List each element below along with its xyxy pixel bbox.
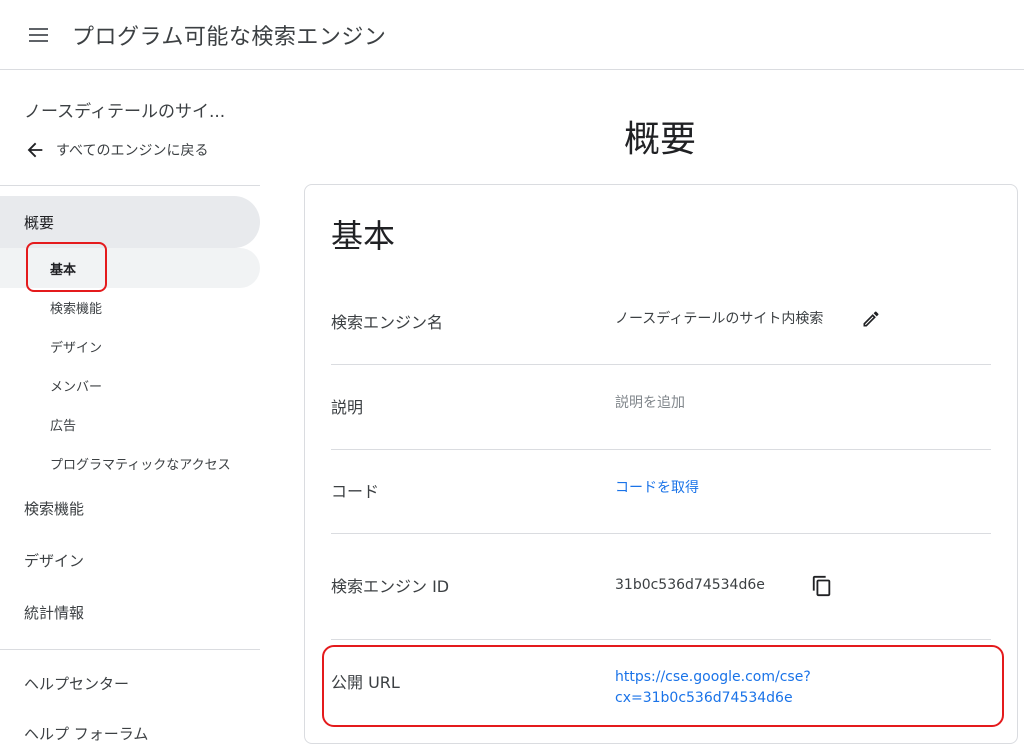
sidebar: ノースディテールのサイ... すべてのエンジンに戻る 概要 基本 検索機能 デザ… xyxy=(0,71,260,743)
sidebar-item-overview[interactable]: 概要 xyxy=(0,196,260,248)
engine-id-value: 31b0c536d74534d6e xyxy=(615,577,765,593)
code-label: コード xyxy=(331,482,380,501)
highlight-box-basic xyxy=(26,242,107,292)
sidebar-divider xyxy=(0,649,260,650)
description-label: 説明 xyxy=(331,398,364,417)
engine-name-label: 検索エンジン名 xyxy=(331,313,444,332)
row-divider xyxy=(331,639,991,640)
get-code-link[interactable]: コードを取得 xyxy=(615,477,699,497)
top-app-bar: プログラム可能な検索エンジン xyxy=(0,0,1024,70)
sidebar-subitem-design[interactable]: デザイン xyxy=(50,337,102,356)
sidebar-item-help-forum[interactable]: ヘルプ フォーラム xyxy=(24,723,148,744)
sidebar-item-statistics[interactable]: 統計情報 xyxy=(24,602,84,623)
highlight-box-public-url xyxy=(322,645,1004,727)
pencil-icon[interactable] xyxy=(861,309,881,329)
sidebar-item-label: 概要 xyxy=(24,213,55,232)
sidebar-divider xyxy=(0,185,260,186)
arrow-left-icon xyxy=(27,142,43,158)
copy-icon[interactable] xyxy=(811,574,833,598)
add-description-link[interactable]: 説明を追加 xyxy=(615,392,685,412)
engine-name-value: ノースディテールのサイト内検索 xyxy=(615,311,824,327)
sidebar-item-help-center[interactable]: ヘルプセンター xyxy=(24,673,129,694)
back-to-all-engines-link[interactable]: すべてのエンジンに戻る xyxy=(24,139,208,161)
row-divider xyxy=(331,449,991,450)
row-divider xyxy=(331,533,991,534)
page-title: 概要 xyxy=(623,119,696,160)
engine-id-label: 検索エンジン ID xyxy=(331,577,450,596)
row-divider xyxy=(331,364,991,365)
sidebar-subitem-search-features[interactable]: 検索機能 xyxy=(50,298,102,317)
sidebar-engine-name: ノースディテールのサイ... xyxy=(24,102,226,122)
sidebar-subitem-members[interactable]: メンバー xyxy=(50,376,102,395)
sidebar-subitem-programmatic-access[interactable]: プログラマティックなアクセス xyxy=(50,454,231,473)
sidebar-subitem-ads[interactable]: 広告 xyxy=(50,415,76,434)
sidebar-item-search-features[interactable]: 検索機能 xyxy=(24,498,84,519)
back-link-label: すべてのエンジンに戻る xyxy=(56,143,209,159)
card-title: 基本 xyxy=(331,217,396,255)
menu-icon[interactable] xyxy=(22,19,54,51)
sidebar-item-design[interactable]: デザイン xyxy=(24,550,84,571)
app-title: プログラム可能な検索エンジン xyxy=(72,25,387,50)
